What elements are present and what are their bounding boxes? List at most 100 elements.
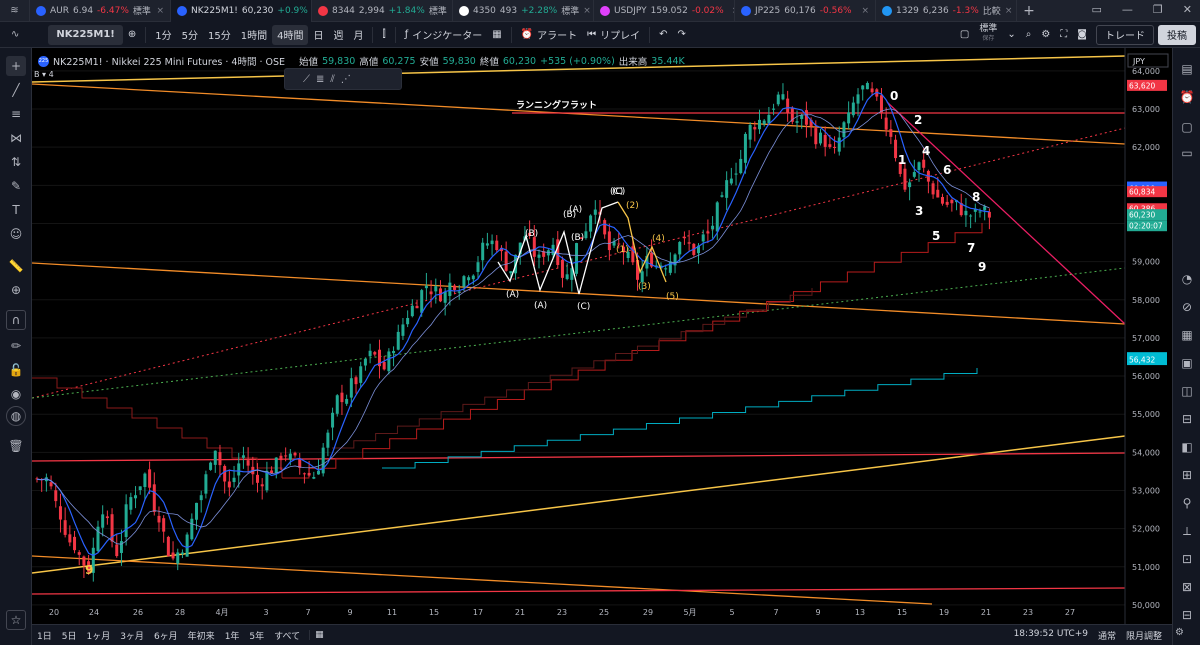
alert-button[interactable]: ⏰ アラート [516, 25, 582, 45]
interval-button[interactable]: 1時間 [236, 25, 272, 45]
favorites-icon[interactable]: ☆ [6, 610, 26, 630]
ideas-icon[interactable]: ▭ [1178, 144, 1196, 162]
trade-button[interactable]: トレード [1096, 24, 1154, 45]
draw-fib-icon[interactable]: ⋰ [341, 74, 351, 85]
tab-close-icon[interactable]: × [1005, 6, 1013, 16]
candle-body [589, 215, 593, 232]
help-icon[interactable]: ⊠ [1178, 578, 1196, 596]
range-button[interactable]: 年初来 [183, 629, 220, 642]
range-button[interactable]: 1日 [32, 629, 57, 642]
tab-nk225m1[interactable]: NK225M1!60,230+0.9%× [171, 0, 312, 22]
tab-usdjpy[interactable]: USDJPY159.052-0.02%× [594, 0, 735, 22]
settings-icon[interactable]: ⚙ [1036, 25, 1055, 45]
chevron-down-icon[interactable]: ⌄ [1002, 25, 1020, 45]
compare-icon[interactable]: ⊕ [123, 25, 141, 45]
tab-1329[interactable]: 1329 6,236 -1.3% 比較 × [876, 0, 1017, 22]
goto-date-icon[interactable]: ▦ [309, 630, 329, 640]
interval-button[interactable]: 月 [348, 25, 368, 45]
interval-button[interactable]: 5分 [177, 25, 203, 45]
zoom-icon[interactable]: ⊕ [6, 280, 26, 300]
templates-icon[interactable]: ▦ [487, 25, 506, 45]
trash-icon[interactable]: 🗑 [6, 436, 26, 456]
price-chart[interactable]: ランニングフラット0123456789(A)(B)(A)(B)(C)(C)(A)… [32, 48, 1172, 624]
data-window-icon[interactable]: ⊡ [1178, 550, 1196, 568]
interval-button[interactable]: 日 [308, 25, 328, 45]
layout-square-icon[interactable]: ▢ [955, 25, 974, 45]
layout-menu-button[interactable]: 標準 保存 [974, 24, 1002, 45]
interval-button[interactable]: 1分 [150, 25, 176, 45]
pine-icon[interactable]: ◧ [1178, 438, 1196, 456]
tab-jp225[interactable]: JP225 60,176 -0.56% × [735, 0, 876, 22]
minimize-icon[interactable]: — [1122, 3, 1133, 16]
dom-icon[interactable]: ◫ [1178, 382, 1196, 400]
indicator-toggle[interactable]: B ▾ 4 [34, 70, 54, 79]
range-button[interactable]: すべて [269, 629, 305, 642]
session-label[interactable]: 限月調整 [1126, 629, 1162, 642]
interval-button[interactable]: 4時間 [272, 24, 309, 45]
tab-close-icon[interactable]: × [583, 6, 591, 16]
tab-close-icon[interactable]: × [156, 6, 164, 16]
range-button[interactable]: 5日 [57, 629, 82, 642]
brush-icon[interactable]: ✎ [6, 176, 26, 196]
tab-4350[interactable]: 4350 493 +2.28% 標準 × [453, 0, 594, 22]
layout-icon[interactable]: ▭ [1092, 3, 1102, 16]
quick-search-icon[interactable]: ⌕ [1021, 25, 1037, 45]
range-button[interactable]: 5年 [244, 629, 269, 642]
fullscreen-icon[interactable]: ⛶ [1055, 25, 1072, 45]
tab-item[interactable]: ≋ [0, 0, 30, 22]
pattern-icon[interactable]: ⋈ [6, 128, 26, 148]
lock-icon[interactable]: 🔓 [6, 360, 26, 380]
magnet-icon[interactable]: ∩ [6, 310, 26, 330]
alerts-icon[interactable]: ⏰ [1178, 88, 1196, 106]
chat-icon[interactable]: ▢ [1178, 118, 1196, 136]
legend-title[interactable]: NK225M1! · Nikkei 225 Mini Futures · 4時間… [53, 54, 285, 68]
watchlist-icon[interactable]: ▤ [1178, 60, 1196, 78]
close-icon[interactable]: ✕ [1183, 3, 1192, 16]
interval-button[interactable]: 15分 [203, 25, 236, 45]
interval-button[interactable]: 週 [328, 25, 348, 45]
mode-label[interactable]: 通常 [1098, 629, 1116, 642]
notification-icon[interactable]: ⊟ [1178, 606, 1196, 624]
timer-icon[interactable]: ◔ [1178, 270, 1196, 288]
symbol-search-button[interactable]: NK225M1! [48, 24, 123, 45]
screener-icon[interactable]: ⊟ [1178, 410, 1196, 428]
text-icon[interactable]: T [6, 200, 26, 220]
range-button[interactable]: 1ヶ月 [81, 629, 115, 642]
fib-icon[interactable]: ≡ [6, 104, 26, 124]
range-button[interactable]: 1年 [220, 629, 245, 642]
replay-button[interactable]: ⏮ リプレイ [582, 25, 645, 45]
emoji-icon[interactable]: ☺ [6, 224, 26, 244]
tab-aur[interactable]: AUR 6.94 -6.47% 標準 × [30, 0, 171, 22]
ruler-icon[interactable]: 📏 [6, 256, 26, 276]
projection-icon[interactable]: ⇅ [6, 152, 26, 172]
range-button[interactable]: 3ヶ月 [115, 629, 149, 642]
tab-8344[interactable]: 83442,994+1.84%標準× [312, 0, 453, 22]
clock-label[interactable]: 18:39:52 UTC+9 [1014, 629, 1088, 642]
eye-icon[interactable]: ◉ [6, 384, 26, 404]
draw-channel-icon[interactable]: ≣ [316, 74, 324, 85]
algo-icon[interactable]: ⚲ [1178, 494, 1196, 512]
draw-parallel-icon[interactable]: ⫽ [330, 74, 334, 85]
menu-icon[interactable]: ∿ [6, 25, 24, 45]
undo-icon[interactable]: ↶ [654, 25, 672, 45]
tab-close-icon[interactable]: × [861, 6, 869, 16]
globe-icon[interactable]: ◍ [6, 406, 26, 426]
range-button[interactable]: 6ヶ月 [149, 629, 183, 642]
settings-gear-icon[interactable]: ⚙ [1175, 627, 1184, 638]
object-tree-icon[interactable]: ⊞ [1178, 466, 1196, 484]
trendline-icon[interactable]: ╱ [6, 80, 26, 100]
indicators-button[interactable]: ƒ インジケーター [400, 25, 488, 45]
redo-icon[interactable]: ↷ [673, 25, 691, 45]
candle-style-icon[interactable]: ⫿ [377, 25, 390, 45]
lock-drawing-icon[interactable]: ✏ [6, 336, 26, 356]
maximize-icon[interactable]: ❐ [1153, 3, 1163, 16]
hotlist-icon[interactable]: ⊘ [1178, 298, 1196, 316]
camera-icon[interactable]: ◙ [1072, 25, 1092, 45]
strategy-icon[interactable]: ⟂ [1178, 522, 1196, 540]
post-button[interactable]: 投稿 [1158, 24, 1196, 45]
draw-line-icon[interactable]: ⟋ [303, 74, 310, 85]
new-tab-icon[interactable]: + [1017, 3, 1041, 19]
crosshair-icon[interactable]: + [6, 56, 26, 76]
calendar-icon[interactable]: ▦ [1178, 326, 1196, 344]
news-icon[interactable]: ▣ [1178, 354, 1196, 372]
